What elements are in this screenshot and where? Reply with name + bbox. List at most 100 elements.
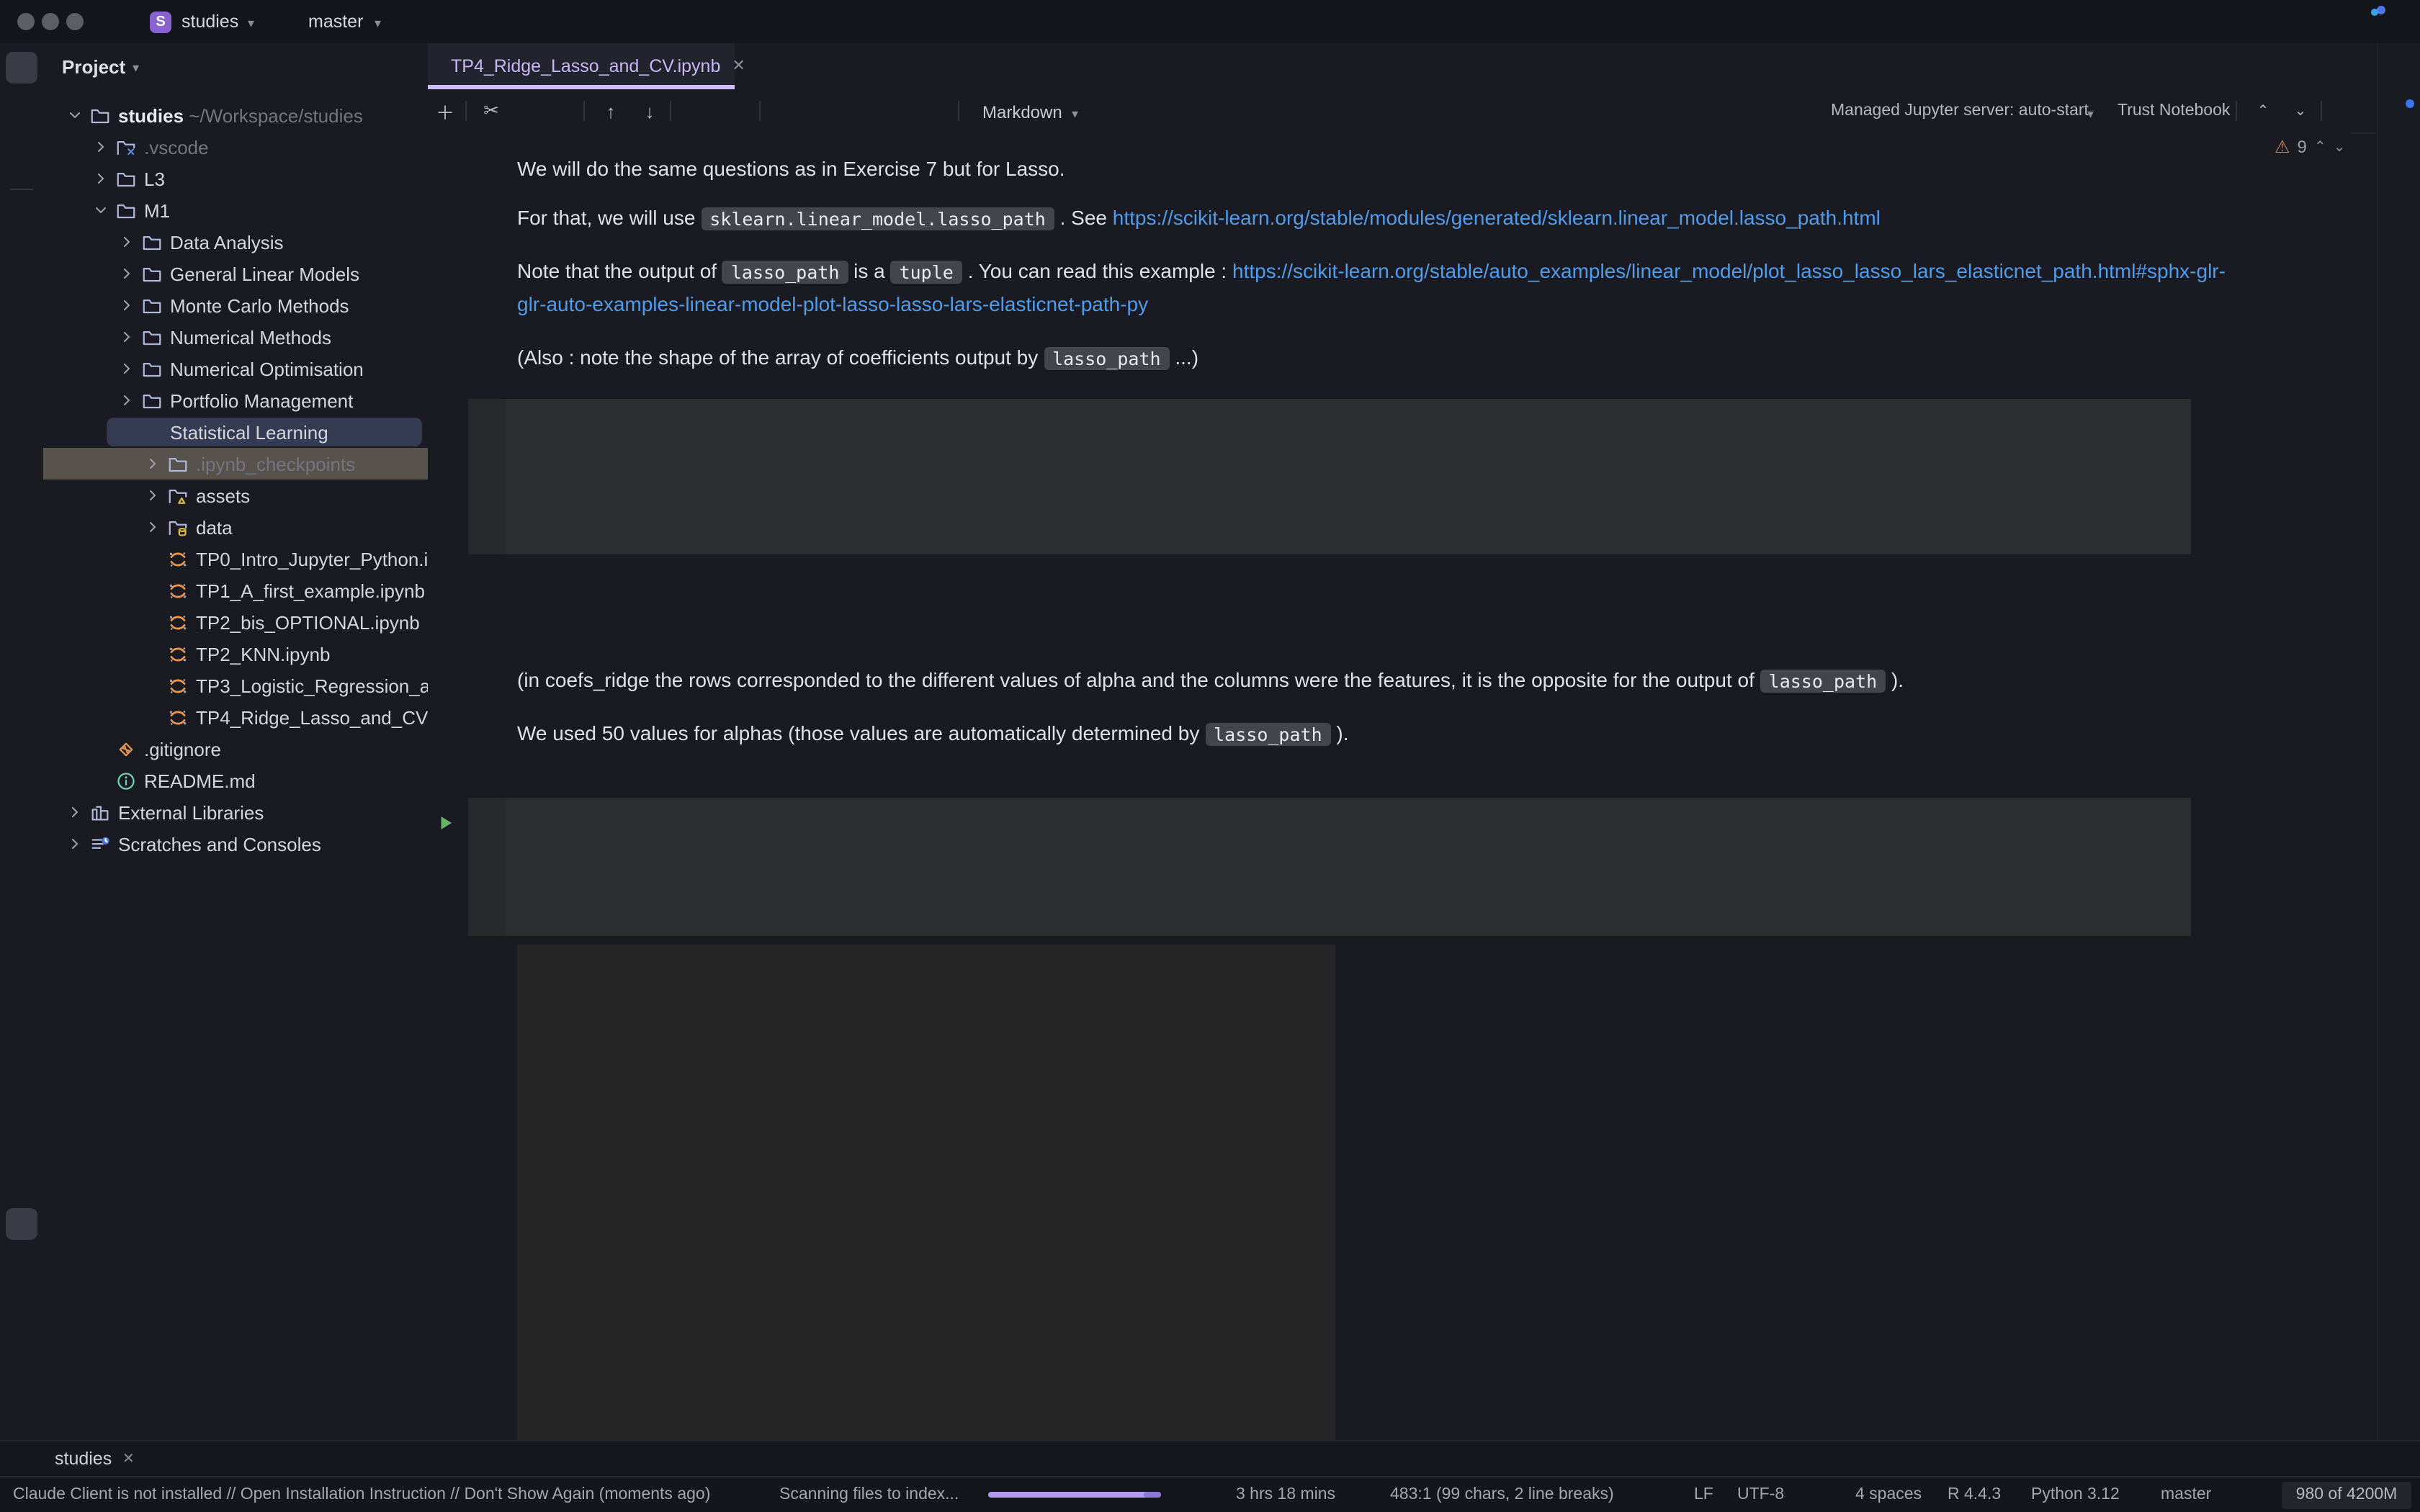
r-console-icon[interactable] bbox=[6, 1161, 37, 1192]
editor-tab-active[interactable]: TP4_Ridge_Lasso_and_CV.ipynb ✕ bbox=[428, 43, 735, 88]
trust-notebook-button[interactable]: Trust Notebook bbox=[2118, 102, 2230, 120]
problems-icon[interactable] bbox=[6, 1395, 37, 1427]
tree-item[interactable]: External Libraries bbox=[43, 796, 428, 828]
tree-item[interactable]: .gitignore bbox=[43, 733, 428, 765]
chevron-right-icon[interactable] bbox=[141, 487, 164, 504]
tree-item[interactable]: Numerical Methods bbox=[43, 321, 428, 353]
chevron-right-icon[interactable] bbox=[63, 835, 86, 852]
chevron-right-icon[interactable] bbox=[115, 297, 138, 314]
tree-item[interactable]: General Linear Models bbox=[43, 258, 428, 289]
add-cell-icon[interactable]: ＋ bbox=[434, 99, 457, 122]
python-interpreter-widget[interactable]: Python 3.12 bbox=[2031, 1486, 2120, 1503]
more-tools-icon[interactable] bbox=[6, 251, 37, 282]
chevron-down-icon[interactable] bbox=[63, 107, 86, 124]
tree-item[interactable]: TP1_A_first_example.ipynb bbox=[43, 575, 428, 606]
code-cell[interactable] bbox=[468, 798, 2191, 936]
hyperlink[interactable]: https://scikit-learn.org/stable/modules/… bbox=[1113, 206, 1881, 229]
tree-item[interactable]: Portfolio Management bbox=[43, 384, 428, 416]
science-plugin-icon[interactable] bbox=[6, 1024, 37, 1056]
todo-list-icon[interactable] bbox=[6, 1068, 37, 1100]
dependencies-icon[interactable] bbox=[2384, 330, 2416, 361]
terminal-icon[interactable] bbox=[6, 1349, 37, 1381]
close-tool-tab-icon[interactable]: ✕ bbox=[122, 1452, 135, 1467]
memory-indicator[interactable]: 980 of 4200M bbox=[2282, 1482, 2411, 1509]
session-time[interactable]: 3 hrs 18 mins bbox=[1236, 1486, 1335, 1503]
tree-item[interactable]: Monte Carlo Methods bbox=[43, 289, 428, 321]
project-tool-icon[interactable] bbox=[6, 52, 37, 84]
chevron-right-icon[interactable] bbox=[115, 392, 138, 409]
tree-item[interactable]: data bbox=[43, 511, 428, 543]
chevron-down-icon[interactable] bbox=[89, 202, 112, 219]
run-line-icon[interactable] bbox=[436, 814, 455, 837]
r-packages-icon[interactable] bbox=[2384, 187, 2416, 219]
minimize-window-button[interactable] bbox=[42, 13, 59, 30]
debug-cell-icon[interactable] bbox=[727, 99, 750, 122]
tree-item[interactable]: .vscode bbox=[43, 131, 428, 163]
delete-cell-icon[interactable] bbox=[923, 99, 946, 122]
jupyter-server-selector[interactable]: Managed Jupyter server: auto-start bbox=[1831, 102, 2089, 120]
zoom-window-button[interactable] bbox=[66, 13, 84, 30]
code-cell[interactable] bbox=[468, 399, 2191, 554]
close-tab-icon[interactable]: ✕ bbox=[732, 56, 745, 75]
tree-item[interactable]: assets bbox=[43, 480, 428, 511]
tree-item[interactable]: M1 bbox=[43, 194, 428, 226]
status-message[interactable]: Claude Client is not installed // Open I… bbox=[13, 1486, 710, 1503]
hexagon-plugin-icon[interactable] bbox=[2384, 275, 2416, 307]
chevron-right-icon[interactable] bbox=[141, 455, 164, 472]
tree-item[interactable]: Data Analysis bbox=[43, 226, 428, 258]
python-console-icon[interactable] bbox=[6, 1115, 37, 1146]
copy-cell-icon[interactable] bbox=[516, 99, 539, 122]
close-window-button[interactable] bbox=[17, 13, 35, 30]
clear-outputs-icon[interactable] bbox=[886, 99, 909, 122]
tree-item[interactable]: .ipynb_checkpoints bbox=[43, 448, 428, 480]
tree-item[interactable]: Scratches and Consoles bbox=[43, 828, 428, 860]
caret-position[interactable]: 483:1 (99 chars, 2 line breaks) bbox=[1390, 1486, 1614, 1503]
pull-requests-tool-icon[interactable] bbox=[6, 147, 37, 179]
collaboration-icon[interactable] bbox=[2384, 233, 2416, 265]
tree-item[interactable]: TP2_KNN.ipynb bbox=[43, 638, 428, 670]
services-icon[interactable] bbox=[6, 1303, 37, 1335]
cut-cell-icon[interactable]: ✂ bbox=[480, 99, 503, 122]
chevron-right-icon[interactable] bbox=[63, 804, 86, 821]
tree-item[interactable]: TP2_bis_OPTIONAL.ipynb bbox=[43, 606, 428, 638]
move-cell-down-icon[interactable]: ↓ bbox=[638, 99, 661, 122]
tree-item[interactable]: Numerical Optimisation bbox=[43, 353, 428, 384]
structure-tool-icon[interactable] bbox=[6, 203, 37, 235]
inspections-widget[interactable]: ⚠ 9 ⌃ ⌄ bbox=[2275, 137, 2345, 157]
paste-cell-icon[interactable] bbox=[552, 99, 575, 122]
tree-item[interactable]: TP4_Ridge_Lasso_and_CV.ip bbox=[43, 701, 428, 733]
r-tools-icon[interactable] bbox=[6, 1208, 37, 1240]
commit-tool-icon[interactable] bbox=[6, 99, 37, 131]
notifications-bell-icon[interactable] bbox=[2384, 98, 2416, 130]
tool-window-tab-studies[interactable]: studies bbox=[55, 1449, 112, 1469]
move-cell-up-icon[interactable]: ↑ bbox=[599, 99, 622, 122]
hyperlink[interactable]: https://scikit-learn.org/stable/auto_exa… bbox=[1232, 259, 2226, 282]
cell-type-dropdown[interactable]: Markdown bbox=[982, 102, 1062, 122]
project-panel-title[interactable]: Project bbox=[62, 56, 125, 78]
chevron-right-icon[interactable] bbox=[115, 360, 138, 377]
next-cell-icon[interactable]: ⌄ bbox=[2289, 99, 2312, 122]
hyperlink[interactable]: glr-auto-examples-linear-model-plot-lass… bbox=[517, 292, 1148, 315]
run-all-cells-icon[interactable] bbox=[850, 99, 873, 122]
run-cell-icon[interactable] bbox=[690, 99, 713, 122]
chevron-right-icon[interactable] bbox=[141, 518, 164, 536]
encoding-widget[interactable]: UTF-8 bbox=[1737, 1486, 1784, 1503]
branch-widget[interactable]: master bbox=[2161, 1486, 2211, 1503]
r-version-widget[interactable]: R 4.4.3 bbox=[1948, 1486, 2001, 1503]
branch-selector[interactable]: master bbox=[308, 12, 363, 32]
line-ending-widget[interactable]: LF bbox=[1694, 1486, 1713, 1503]
indent-widget[interactable]: 4 spaces bbox=[1855, 1486, 1922, 1503]
chevron-right-icon[interactable] bbox=[115, 265, 138, 282]
tree-item[interactable]: TP3_Logistic_Regression_an bbox=[43, 670, 428, 701]
chevron-right-icon[interactable] bbox=[115, 328, 138, 346]
chevron-right-icon[interactable] bbox=[115, 233, 138, 251]
database-tool-icon[interactable] bbox=[2384, 143, 2416, 174]
stop-kernel-icon[interactable] bbox=[776, 99, 799, 122]
tree-item[interactable]: L3 bbox=[43, 163, 428, 194]
chevron-right-icon[interactable] bbox=[89, 138, 112, 156]
tree-item[interactable]: TP0_Intro_Jupyter_Python.ip bbox=[43, 543, 428, 575]
tree-item[interactable]: studies ~/Workspace/studies bbox=[43, 99, 428, 131]
tree-item[interactable]: README.md bbox=[43, 765, 428, 796]
layers-icon[interactable] bbox=[6, 1256, 37, 1287]
globe-icon[interactable] bbox=[2336, 99, 2360, 122]
